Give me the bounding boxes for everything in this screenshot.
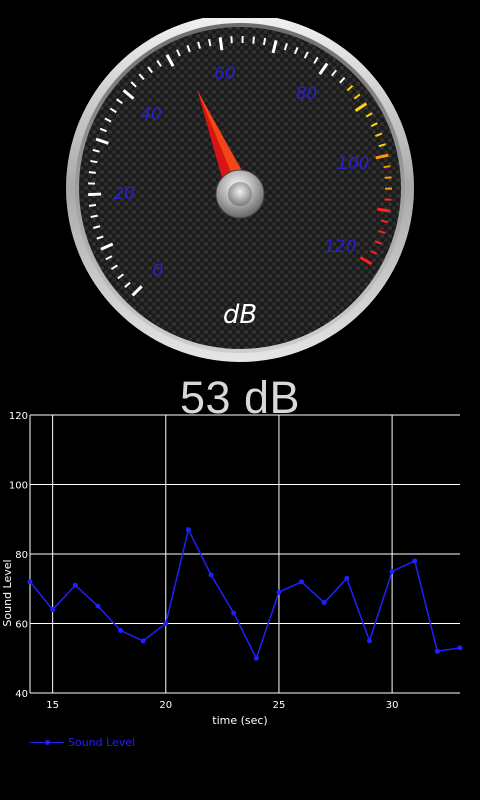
gauge-tick bbox=[90, 159, 98, 164]
chart-y-axis-title: Sound Level bbox=[1, 559, 14, 626]
series-points bbox=[27, 527, 463, 661]
legend-label: Sound Level bbox=[68, 735, 136, 749]
y-tick-label: 120 bbox=[9, 411, 28, 422]
gauge-hub-cap bbox=[228, 182, 252, 206]
x-tick-label: 25 bbox=[273, 700, 286, 711]
legend-swatch bbox=[30, 737, 64, 747]
sound-level-chart: 40 60 80 100 120 15 20 25 30 time (sec) Sound Le… bbox=[0, 405, 480, 765]
chart-grid bbox=[29, 414, 460, 694]
data-point bbox=[208, 572, 214, 578]
data-point bbox=[27, 579, 33, 585]
data-point bbox=[389, 568, 395, 574]
gauge-tick bbox=[252, 36, 255, 44]
x-tick-label: 20 bbox=[159, 700, 172, 711]
data-point bbox=[276, 589, 282, 595]
y-tick-label: 100 bbox=[9, 481, 28, 492]
gauge-unit-label: dB bbox=[223, 300, 257, 330]
data-point bbox=[185, 527, 191, 533]
gauge-scale-label: 80 bbox=[296, 84, 318, 104]
data-point bbox=[140, 638, 146, 644]
data-point bbox=[366, 638, 372, 644]
gauge-dial: 0 20 40 60 80 100 120 dB bbox=[66, 14, 414, 362]
y-tick-label: 40 bbox=[15, 689, 28, 700]
y-tick-label: 80 bbox=[15, 550, 28, 561]
y-tick-label: 60 bbox=[15, 620, 28, 631]
x-tick-label: 30 bbox=[386, 700, 399, 711]
gauge-tick bbox=[88, 171, 96, 174]
data-point bbox=[434, 648, 440, 654]
gauge-scale-label: 20 bbox=[113, 184, 135, 204]
gauge-scale-label: 0 bbox=[153, 261, 164, 281]
data-point bbox=[457, 645, 463, 651]
chart-legend: Sound Level bbox=[30, 734, 135, 750]
data-point bbox=[231, 610, 237, 616]
sound-meter-gauge: 0 20 40 60 80 100 120 dB bbox=[60, 14, 420, 363]
data-point bbox=[72, 582, 78, 588]
data-point bbox=[321, 600, 327, 606]
gauge-scale-label: 40 bbox=[140, 104, 162, 124]
gauge-scale-label: 60 bbox=[214, 64, 236, 84]
gauge-tick bbox=[383, 165, 391, 169]
series-line bbox=[29, 527, 461, 661]
chart-plot: 40 60 80 100 120 15 20 25 30 time (sec) Sound Le… bbox=[1, 411, 463, 727]
data-point bbox=[299, 579, 305, 585]
gauge-tick bbox=[262, 37, 267, 46]
gauge-tick bbox=[208, 38, 212, 47]
gauge-tick bbox=[88, 192, 102, 197]
gauge-tick bbox=[90, 214, 98, 218]
data-point bbox=[50, 607, 56, 613]
data-point bbox=[95, 603, 101, 609]
gauge-scale-label: 120 bbox=[324, 237, 356, 257]
data-point bbox=[163, 621, 169, 626]
gauge-tick bbox=[88, 204, 97, 207]
data-point bbox=[412, 558, 418, 564]
data-point bbox=[118, 627, 124, 633]
x-tick-label: 15 bbox=[46, 700, 59, 711]
gauge-tick bbox=[218, 37, 224, 51]
gauge-tick bbox=[377, 207, 391, 213]
chart-x-axis-title: time (sec) bbox=[212, 714, 267, 727]
data-point bbox=[344, 575, 350, 581]
data-point bbox=[253, 655, 259, 661]
gauge-scale-label: 100 bbox=[337, 154, 369, 174]
gauge-tick bbox=[384, 198, 392, 201]
